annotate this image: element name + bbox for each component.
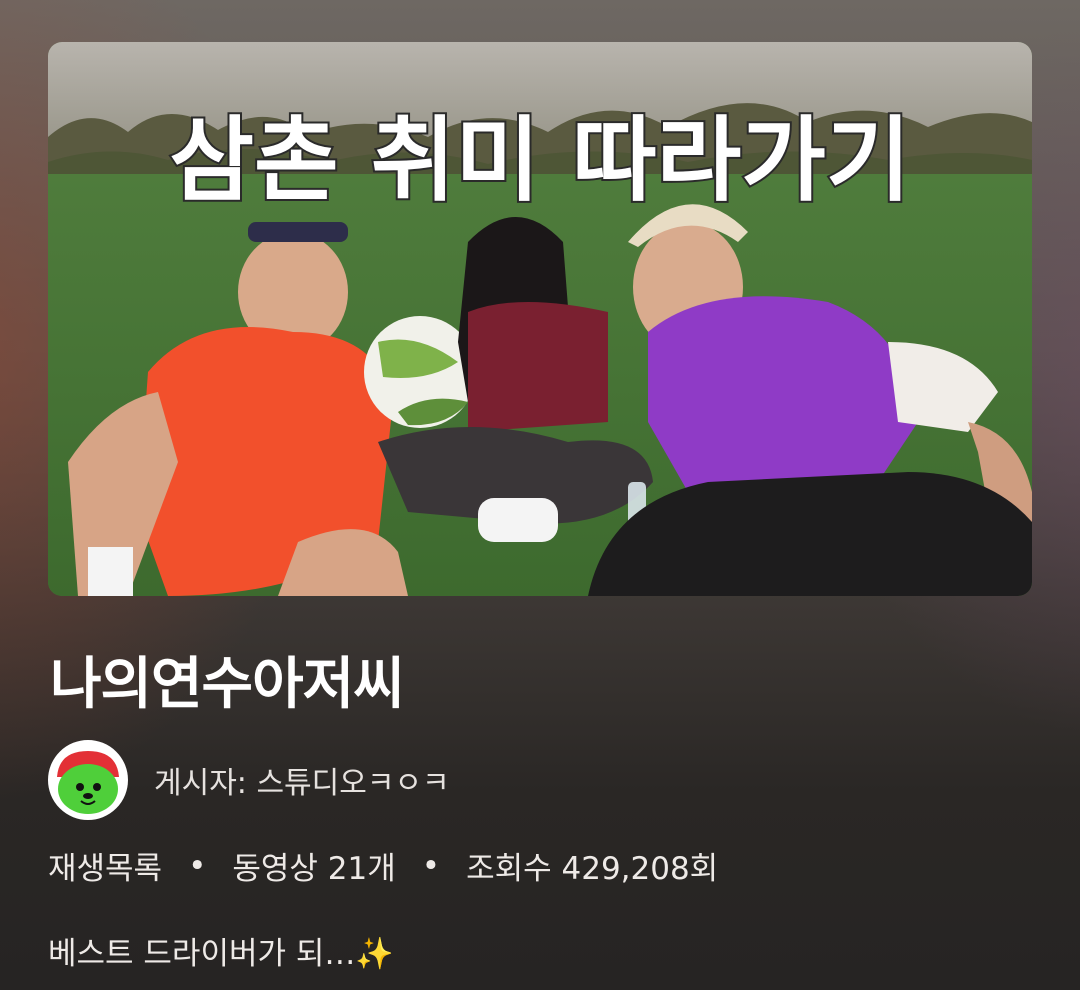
video-count: 동영상 21개 (232, 851, 396, 887)
thumbnail-image: 삼촌 취미 따라가기 (48, 42, 1032, 596)
playlist-description[interactable]: 베스트 드라이버가 되…✨ (48, 928, 394, 973)
author-name[interactable]: 게시자: 스튜디오ㅋㅇㅋ (154, 758, 450, 802)
playlist-thumbnail[interactable]: 삼촌 취미 따라가기 (48, 42, 1032, 596)
meta-separator: • (188, 847, 207, 884)
view-count: 조회수 429,208회 (466, 851, 719, 887)
playlist-meta: 재생목록 • 동영상 21개 • 조회수 429,208회 (48, 843, 718, 888)
character-avatar-icon (51, 743, 125, 817)
playlist-type-label: 재생목록 (48, 851, 163, 887)
meta-separator: • (421, 847, 441, 884)
author-row[interactable]: 게시자: 스튜디오ㅋㅇㅋ (48, 740, 450, 820)
thumbnail-title-text: 삼촌 취미 따라가기 (169, 107, 910, 214)
channel-avatar[interactable] (48, 740, 128, 820)
playlist-title: 나의연수아저씨 (50, 652, 405, 717)
